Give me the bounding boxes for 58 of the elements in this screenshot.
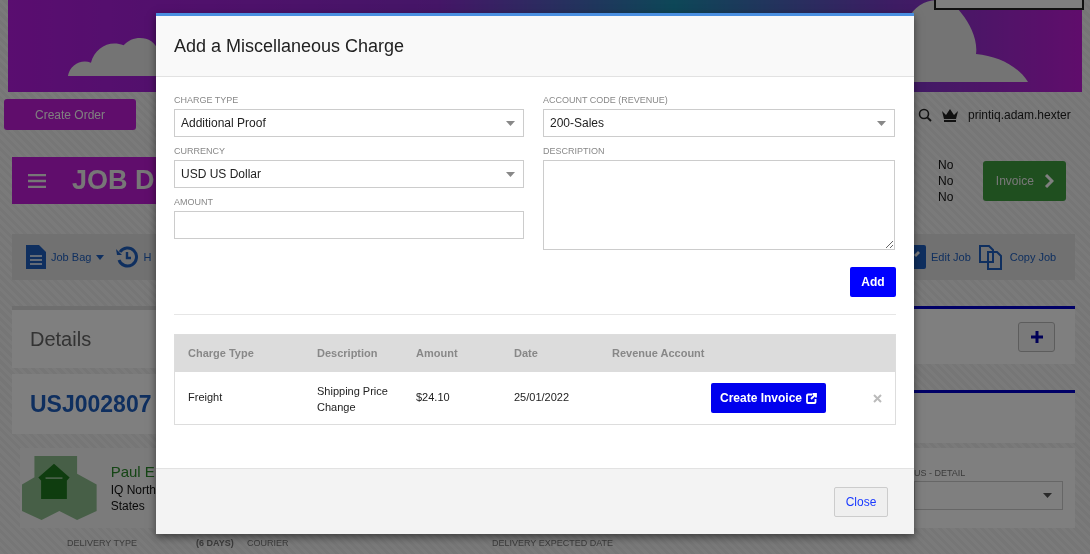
user-name[interactable]: printiq.adam.hexter — [968, 107, 1071, 122]
field-label: US - DETAIL — [914, 468, 967, 478]
external-link-icon — [806, 392, 817, 404]
column-header: Date — [514, 347, 538, 359]
text-area[interactable] — [543, 160, 895, 250]
document-icon — [26, 245, 46, 269]
caret-icon — [877, 120, 886, 126]
chevron-icon — [1043, 174, 1054, 188]
search-icon[interactable] — [918, 107, 932, 122]
address-line: States — [110, 498, 146, 514]
menu-icon[interactable] — [28, 173, 46, 188]
create-order-button[interactable]: Create Order — [4, 99, 136, 130]
flag-value: No — [938, 189, 954, 205]
select-field[interactable]: USD US Dollar — [174, 160, 524, 188]
flag-value: No — [938, 173, 954, 189]
caret-icon — [506, 171, 515, 177]
address-line: IQ North — [110, 482, 156, 498]
add-button[interactable] — [1018, 321, 1055, 352]
create-invoice-button[interactable]: Create Invoice — [711, 383, 826, 413]
field-label: (6 DAYS) — [196, 538, 234, 548]
copy-icon — [978, 244, 1005, 270]
field-label: ACCOUNT CODE (REVENUE) — [543, 95, 669, 105]
table-cell-text: Shipping Price Change — [317, 384, 389, 415]
toolbar-item[interactable]: H — [116, 246, 152, 268]
plus-icon — [1030, 330, 1043, 343]
field-label: CHARGE TYPE — [174, 95, 240, 105]
customer-name: Paul E — [110, 462, 156, 482]
caret-icon — [506, 120, 515, 126]
table-cell: Freight — [188, 391, 223, 403]
panel-title: Details — [30, 327, 92, 351]
crown-icon — [941, 107, 959, 122]
column-header: Charge Type — [188, 347, 254, 359]
history-icon — [116, 246, 139, 268]
toolbar-item[interactable]: Copy Job — [978, 244, 1057, 270]
dialog-title: Add a Miscellaneous Charge — [174, 35, 405, 57]
column-header: Amount — [416, 347, 458, 359]
field-label: DESCRIPTION — [543, 146, 606, 156]
column-header: Revenue Account — [612, 347, 705, 359]
status-select[interactable] — [914, 481, 1063, 510]
table-cell: 25/01/2022 — [514, 391, 570, 403]
table-cell: $24.10 — [416, 391, 450, 403]
column-header: Description — [317, 347, 378, 359]
page-title: JOB D — [71, 165, 155, 196]
caret-icon — [1043, 493, 1052, 498]
toolbar-item[interactable]: Job Bag — [26, 245, 105, 269]
caret-icon — [96, 254, 105, 260]
close-button[interactable]: Close — [834, 486, 888, 517]
input-field[interactable] — [174, 211, 524, 239]
add-button[interactable]: Add — [850, 267, 896, 297]
field-label: AMOUNT — [174, 197, 214, 207]
select-field[interactable]: Additional Proof — [174, 109, 524, 137]
field-label: CURRENCY — [174, 146, 226, 156]
job-number: USJ002807 — [30, 390, 152, 418]
field-label: DELIVERY TYPE — [67, 538, 138, 548]
select-field[interactable]: 200-Sales — [543, 109, 895, 137]
close-icon[interactable] — [873, 394, 882, 403]
flag-value: No — [938, 157, 954, 173]
toolbar-item[interactable]: Edit Job — [914, 245, 971, 269]
